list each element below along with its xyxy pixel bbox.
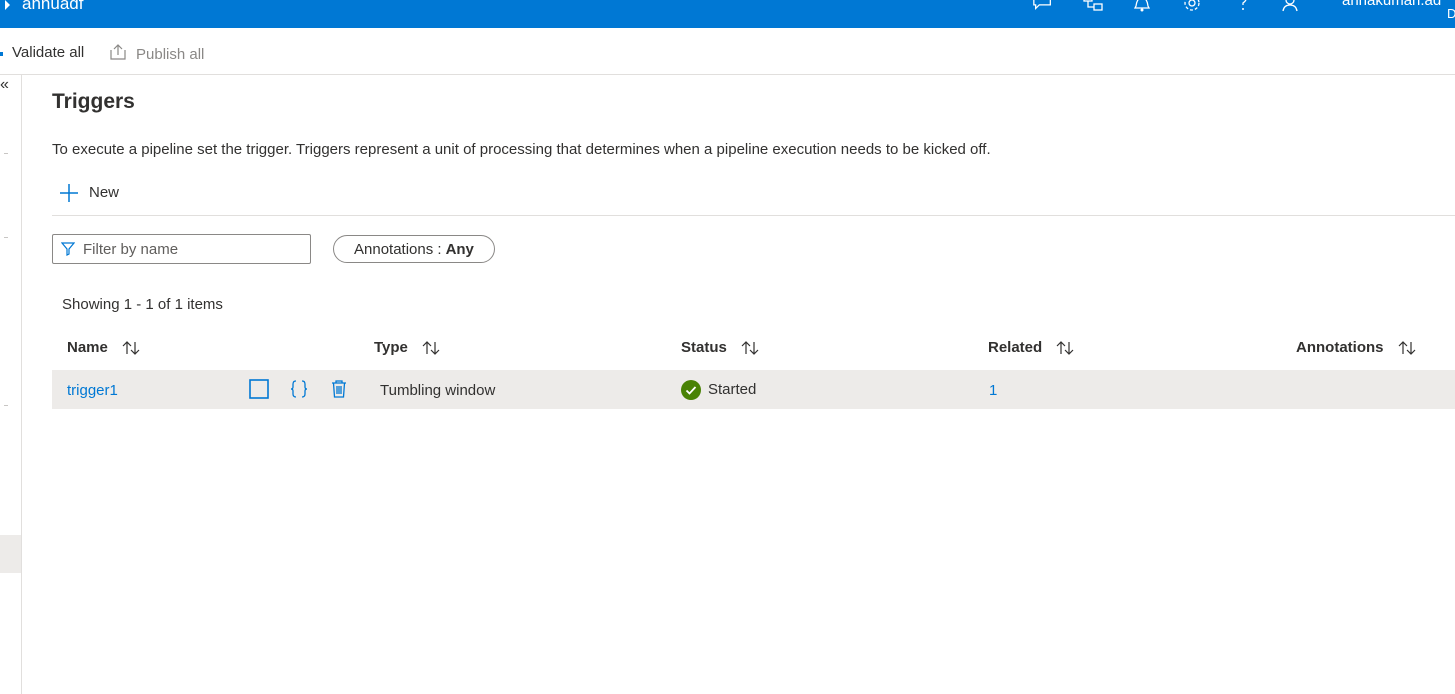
column-header-label: Annotations xyxy=(1296,339,1384,356)
publish-all-label: Publish all xyxy=(136,45,205,63)
trigger-status: Started xyxy=(681,380,756,400)
user-name[interactable]: annakumari.ad xyxy=(1342,0,1441,10)
account-icon[interactable] xyxy=(1280,0,1302,14)
rail-marker xyxy=(4,405,8,406)
related-count-link[interactable]: 1 xyxy=(989,381,997,401)
publish-all-button[interactable]: Publish all xyxy=(108,43,204,66)
trigger-type: Tumbling window xyxy=(380,382,496,399)
plus-icon xyxy=(60,180,78,206)
sort-icon[interactable] xyxy=(422,341,440,355)
validate-all-label: Validate all xyxy=(12,43,85,61)
column-header-related[interactable]: Related xyxy=(988,338,1074,358)
expand-caret-icon[interactable] xyxy=(4,0,12,12)
validate-icon xyxy=(0,43,4,62)
page-title: Triggers xyxy=(52,90,135,113)
annotations-filter-label: Annotations : xyxy=(354,240,442,258)
switch-directory-icon[interactable] xyxy=(1082,0,1104,14)
code-braces-icon[interactable] xyxy=(288,378,310,400)
rail-marker xyxy=(4,237,8,238)
column-header-label: Type xyxy=(374,339,408,356)
annotations-filter-pill[interactable]: Annotations : Any xyxy=(333,235,495,263)
filter-icon xyxy=(61,242,75,256)
sort-icon[interactable] xyxy=(741,341,759,355)
notifications-icon[interactable] xyxy=(1131,0,1153,14)
rail-item-selected[interactable] xyxy=(0,535,21,573)
page-description: To execute a pipeline set the trigger. T… xyxy=(52,141,991,158)
divider xyxy=(52,215,1455,216)
help-icon[interactable] xyxy=(1232,0,1254,14)
new-trigger-button[interactable]: New xyxy=(60,180,119,206)
settings-icon[interactable] xyxy=(1181,0,1203,14)
column-header-label: Status xyxy=(681,339,727,356)
column-header-annotations[interactable]: Annotations xyxy=(1296,338,1416,358)
sort-icon[interactable] xyxy=(1056,341,1074,355)
publish-icon xyxy=(108,43,128,66)
column-header-name[interactable]: Name xyxy=(67,338,140,358)
rail-marker xyxy=(4,153,8,154)
user-directory: D xyxy=(1447,6,1455,21)
column-header-status[interactable]: Status xyxy=(681,338,759,358)
results-count: Showing 1 - 1 of 1 items xyxy=(62,296,223,313)
filter-by-name-field[interactable] xyxy=(52,234,311,264)
status-label: Started xyxy=(708,381,757,398)
factory-name[interactable]: annuadf xyxy=(22,0,83,14)
feedback-icon[interactable] xyxy=(1032,0,1054,14)
select-checkbox-icon[interactable] xyxy=(248,378,270,400)
column-header-label: Related xyxy=(988,339,1043,356)
status-started-icon xyxy=(681,380,701,400)
left-rail: « xyxy=(0,75,22,694)
delete-trash-icon[interactable] xyxy=(328,378,350,400)
collapse-icon[interactable]: « xyxy=(0,77,9,93)
top-bar: annuadf annakumari.ad D xyxy=(0,0,1455,28)
sort-icon[interactable] xyxy=(122,341,140,355)
filter-input[interactable] xyxy=(81,239,305,259)
annotations-filter-value: Any xyxy=(445,240,474,258)
toolbar: Validate all Publish all xyxy=(0,28,1455,75)
new-label: New xyxy=(89,184,120,201)
column-header-label: Name xyxy=(67,339,108,356)
sort-icon[interactable] xyxy=(1398,341,1416,355)
trigger-name-link[interactable]: trigger1 xyxy=(67,381,118,401)
column-header-type[interactable]: Type xyxy=(374,338,440,358)
validate-all-button[interactable]: Validate all xyxy=(0,43,84,62)
